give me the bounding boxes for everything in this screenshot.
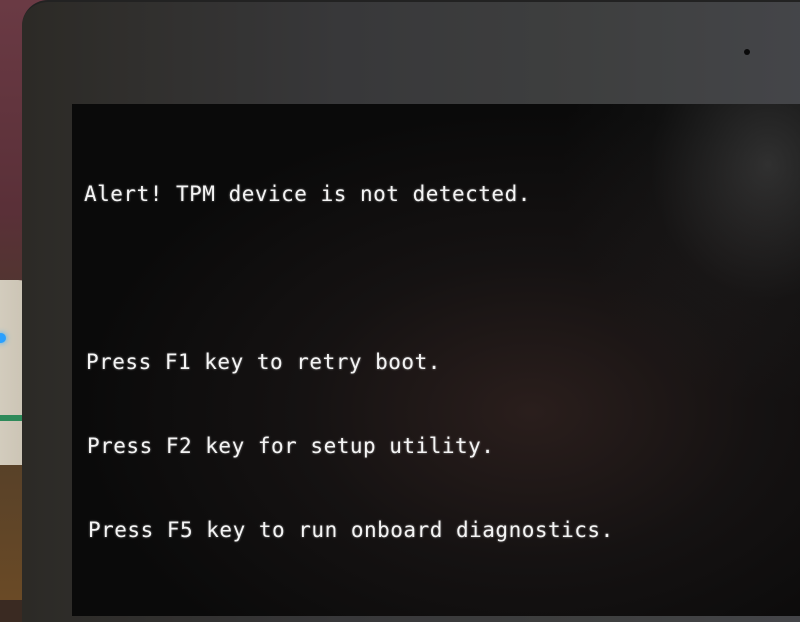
option-diagnostics[interactable]: Press F5 key to run onboard diagnostics.: [88, 516, 614, 544]
webcam-icon: [744, 49, 750, 55]
alert-message: Alert! TPM device is not detected.: [84, 182, 531, 206]
bios-console: Alert! TPM device is not detected. Press…: [84, 124, 614, 572]
option-retry-boot[interactable]: Press F1 key to retry boot.: [86, 348, 614, 376]
option-setup-utility[interactable]: Press F2 key for setup utility.: [87, 432, 614, 460]
